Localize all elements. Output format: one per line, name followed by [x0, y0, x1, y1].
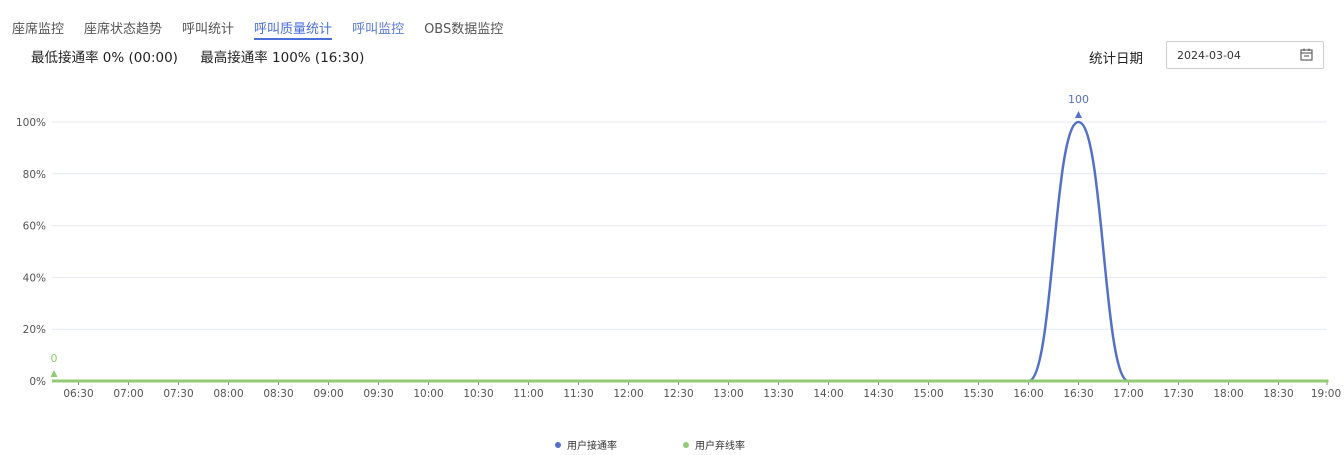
x-tick-label: 06:30 — [63, 388, 93, 400]
x-tick-label: 10:00 — [413, 388, 443, 400]
x-tick-label: 19:00 — [1311, 388, 1341, 400]
legend-item-1[interactable]: 用户接通率 — [555, 437, 617, 452]
x-tick-label: 13:30 — [763, 388, 793, 400]
legend-dot — [555, 442, 561, 448]
x-tick-label: 12:00 — [613, 388, 643, 400]
x-tick-label: 14:00 — [813, 388, 843, 400]
marker-pin — [1075, 111, 1082, 118]
x-tick-label: 15:30 — [963, 388, 993, 400]
x-tick-label: 11:30 — [563, 388, 593, 400]
legend-label: 用户接通率 — [567, 441, 617, 452]
x-tick-label: 15:00 — [913, 388, 943, 400]
y-tick-label: 60% — [23, 221, 46, 233]
x-tick-label: 14:30 — [863, 388, 893, 400]
x-tick-label: 18:30 — [1263, 388, 1293, 400]
y-tick-label: 100% — [16, 117, 46, 129]
x-tick-label: 08:00 — [213, 388, 243, 400]
y-tick-label: 0% — [29, 376, 46, 388]
x-tick-label: 09:30 — [363, 388, 393, 400]
x-tick-label: 09:00 — [313, 388, 343, 400]
y-tick-label: 80% — [23, 169, 46, 181]
x-tick-label: 07:00 — [113, 388, 143, 400]
legend-label: 用户弃线率 — [695, 441, 745, 452]
data-label: 0 — [51, 352, 58, 365]
x-tick-label: 16:30 — [1063, 388, 1093, 400]
marker-pin — [50, 370, 58, 377]
y-tick-label: 40% — [23, 272, 46, 284]
x-tick-label: 10:30 — [463, 388, 493, 400]
x-tick-label: 08:30 — [263, 388, 293, 400]
x-tick-label: 17:00 — [1113, 388, 1143, 400]
x-tick-label: 16:00 — [1013, 388, 1043, 400]
x-tick-label: 12:30 — [663, 388, 693, 400]
x-tick-label: 17:30 — [1163, 388, 1193, 400]
x-tick-label: 07:30 — [163, 388, 193, 400]
legend-dot — [683, 442, 689, 448]
line-chart: 0% 20% 40% 60% 80% 100% 06:30 07:00 07:30 08:00 08… — [16, 93, 1341, 400]
data-label: 100 — [1068, 93, 1089, 106]
x-tick-label: 13:00 — [713, 388, 743, 400]
legend-item-2[interactable]: 用户弃线率 — [683, 437, 745, 452]
x-tick-label: 11:00 — [513, 388, 543, 400]
x-tick-label: 18:00 — [1213, 388, 1243, 400]
series-line-1 — [52, 120, 1329, 383]
y-tick-label: 20% — [23, 324, 46, 336]
